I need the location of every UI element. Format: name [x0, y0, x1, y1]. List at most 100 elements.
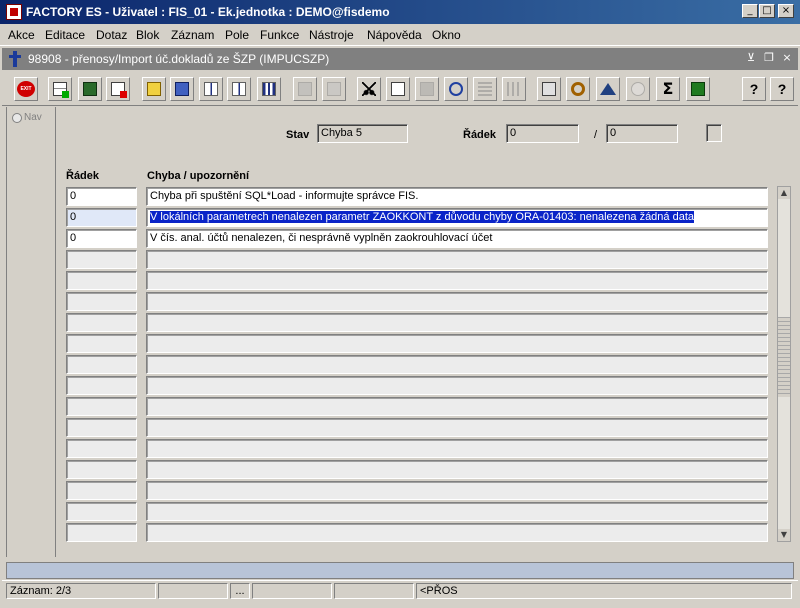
calculator-button[interactable]	[537, 77, 561, 101]
window-title-bar: FACTORY ES - Uživatel : FIS_01 - Ek.jedn…	[0, 0, 800, 24]
paste-button[interactable]	[415, 77, 439, 101]
table-row-chyba-empty[interactable]	[146, 397, 768, 416]
table-row-chyba-empty[interactable]	[146, 460, 768, 479]
query-execute-button[interactable]	[170, 77, 194, 101]
table-row-radek-empty[interactable]	[66, 292, 137, 311]
table-row-radek-empty[interactable]	[66, 460, 137, 479]
save-button[interactable]	[78, 77, 102, 101]
form-restore-button[interactable]: ❐	[762, 51, 776, 65]
table-row-chyba-empty[interactable]	[146, 355, 768, 374]
delete-record-icon	[111, 82, 127, 98]
cut-button[interactable]	[357, 77, 381, 101]
menu-dotaz[interactable]: Dotaz	[96, 28, 127, 42]
table-row-chyba-empty[interactable]	[146, 376, 768, 395]
table-row-radek-empty[interactable]	[66, 376, 137, 395]
list-button[interactable]	[473, 77, 497, 101]
table-row-radek-empty[interactable]	[66, 313, 137, 332]
triangle-button[interactable]	[596, 77, 620, 101]
sort-desc-icon	[232, 82, 246, 96]
table-row-radek[interactable]: 0	[66, 229, 137, 248]
table-row-radek[interactable]: 0	[66, 208, 137, 227]
table-row-chyba-empty[interactable]	[146, 523, 768, 542]
form-close-button[interactable]: ×	[780, 51, 794, 65]
table-row-radek-empty[interactable]	[66, 481, 137, 500]
table-row-radek-empty[interactable]	[66, 502, 137, 521]
table-row-chyba-selected[interactable]: V lokálních parametrech nenalezen parame…	[146, 208, 768, 227]
table-row-radek-empty[interactable]	[66, 439, 137, 458]
table-scrollbar[interactable]: ▲ ▼	[777, 186, 791, 542]
header-checkbox[interactable]	[706, 124, 722, 142]
radek-header-label: Řádek	[463, 129, 497, 141]
table-row-radek-empty[interactable]	[66, 271, 137, 290]
print-button[interactable]	[293, 77, 317, 101]
table-row-chyba-empty[interactable]	[146, 481, 768, 500]
minimize-button[interactable]: _	[742, 4, 758, 18]
find-icon	[449, 82, 463, 96]
form-minimize-button[interactable]: ⊻	[744, 51, 758, 65]
table-row-radek-empty[interactable]	[66, 523, 137, 542]
maximize-button[interactable]: □	[759, 4, 775, 18]
window-title: FACTORY ES - Uživatel : FIS_01 - Ek.jedn…	[26, 5, 390, 19]
calendar-button[interactable]	[626, 77, 650, 101]
table-row-radek-empty[interactable]	[66, 250, 137, 269]
scroll-thumb[interactable]	[778, 317, 790, 397]
menu-funkce[interactable]: Funkce	[260, 28, 299, 42]
sort-multi-button[interactable]	[257, 77, 281, 101]
table-row-chyba-empty[interactable]	[146, 502, 768, 521]
stav-field[interactable]: Chyba 5	[317, 124, 408, 143]
context-help-button[interactable]: ?	[770, 77, 794, 101]
table-row-radek[interactable]: 0	[66, 187, 137, 206]
table-row-chyba-empty[interactable]	[146, 250, 768, 269]
excel-icon	[691, 82, 705, 96]
nav-radio[interactable]	[12, 113, 22, 123]
table-row-chyba-empty[interactable]	[146, 439, 768, 458]
table-row-chyba-empty[interactable]	[146, 418, 768, 437]
menu-blok[interactable]: Blok	[136, 28, 159, 42]
query-enter-icon	[147, 82, 161, 96]
message-bar	[6, 562, 794, 579]
table-row-chyba-empty[interactable]	[146, 292, 768, 311]
radek-total-field[interactable]: 0	[606, 124, 678, 143]
exit-button[interactable]: EXIT	[14, 77, 38, 101]
settings-button[interactable]	[566, 77, 590, 101]
excel-button[interactable]	[686, 77, 710, 101]
columns-button[interactable]	[502, 77, 526, 101]
menu-zaznam[interactable]: Záznam	[171, 28, 214, 42]
close-button[interactable]: ×	[778, 4, 794, 18]
tower-icon	[8, 51, 22, 67]
sort-asc-button[interactable]	[199, 77, 223, 101]
table-row-chyba[interactable]: V čís. anal. účtů nenalezen, či nesprávn…	[146, 229, 768, 248]
copy-button[interactable]	[386, 77, 410, 101]
table-row-radek-empty[interactable]	[66, 334, 137, 353]
delete-record-button[interactable]	[106, 77, 130, 101]
paste-icon	[420, 82, 434, 96]
table-row-chyba-empty[interactable]	[146, 334, 768, 353]
table-row-radek-empty[interactable]	[66, 355, 137, 374]
menu-nastroje[interactable]: Nástroje	[309, 28, 354, 42]
table-row-radek-empty[interactable]	[66, 418, 137, 437]
table-row-chyba-empty[interactable]	[146, 271, 768, 290]
radek-field[interactable]: 0	[506, 124, 579, 143]
insert-record-button[interactable]	[48, 77, 72, 101]
query-enter-button[interactable]	[142, 77, 166, 101]
form-title: 98908 - přenosy/Import úč.dokladů ze ŠZP…	[28, 52, 330, 66]
menu-okno[interactable]: Okno	[432, 28, 461, 42]
menu-akce[interactable]: Akce	[8, 28, 35, 42]
print-setup-button[interactable]	[322, 77, 346, 101]
help-button[interactable]: ?	[742, 77, 766, 101]
menu-pole[interactable]: Pole	[225, 28, 249, 42]
sort-desc-button[interactable]	[227, 77, 251, 101]
list-icon	[478, 82, 492, 96]
table-row-chyba-empty[interactable]	[146, 313, 768, 332]
scroll-down-arrow-icon[interactable]: ▼	[778, 529, 790, 541]
table-row-chyba[interactable]: Chyba při spuštění SQL*Load - informujte…	[146, 187, 768, 206]
menu-editace[interactable]: Editace	[45, 28, 85, 42]
status-cell-empty	[158, 583, 228, 599]
nav-label: Nav	[24, 112, 42, 123]
menu-bar: Akce Editace Dotaz Blok Záznam Pole Funk…	[0, 24, 800, 46]
scroll-up-arrow-icon[interactable]: ▲	[778, 187, 790, 199]
find-button[interactable]	[444, 77, 468, 101]
sum-button[interactable]: Σ	[656, 77, 680, 101]
menu-napoveda[interactable]: Nápověda	[367, 28, 422, 42]
table-row-radek-empty[interactable]	[66, 397, 137, 416]
